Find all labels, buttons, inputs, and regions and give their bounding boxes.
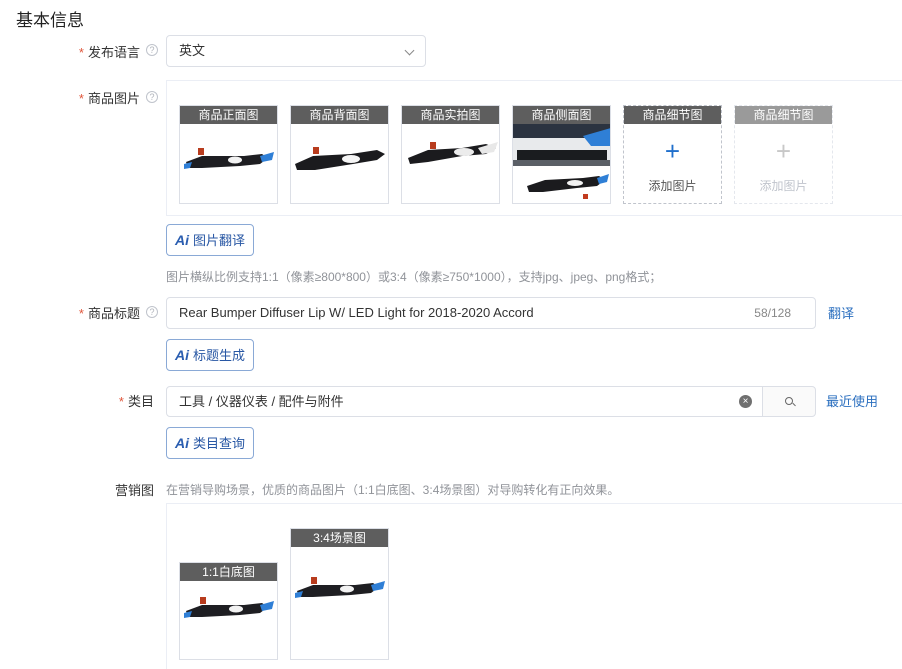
bumper-lip-image <box>184 597 274 618</box>
image-caption: 商品实拍图 <box>402 106 499 124</box>
marketing-label: 营销图 <box>114 483 154 498</box>
help-icon[interactable]: ? <box>146 306 158 318</box>
product-images-panel: 商品正面图 商品背面图 商品实拍图 商品侧面图 商品细节图 + 添加图片 商品细… <box>166 80 902 216</box>
image-caption: 商品背面图 <box>291 106 388 124</box>
image-caption: 商品正面图 <box>180 106 277 124</box>
marketing-image-scene[interactable]: 3:4场景图 <box>290 528 389 660</box>
language-label: * 发布语言 <box>78 45 140 60</box>
add-detail-image[interactable]: 商品细节图 + 添加图片 <box>623 105 722 204</box>
bumper-lip-image <box>295 147 385 170</box>
category-label: * 类目 <box>118 394 154 409</box>
required-mark: * <box>118 394 124 409</box>
category-value: 工具 / 仪器仪表 / 配件与附件 <box>179 394 344 409</box>
product-image-back[interactable]: 商品背面图 <box>290 105 389 204</box>
category-search-button[interactable] <box>762 386 816 417</box>
ai-icon: Ai <box>175 435 189 451</box>
product-image-front[interactable]: 商品正面图 <box>179 105 278 204</box>
add-image-label: 添加图片 <box>759 179 808 193</box>
marketing-images-panel: 1:1白底图 3:4场景图 <box>166 503 902 669</box>
title-label: * 商品标题 <box>78 306 140 321</box>
bumper-lip-image <box>408 142 498 164</box>
bumper-lip-image <box>184 148 274 169</box>
required-mark: * <box>78 45 84 60</box>
image-caption: 1:1白底图 <box>180 563 277 581</box>
category-query-button[interactable]: Ai 类目查询 <box>166 427 255 459</box>
title-generate-button[interactable]: Ai 标题生成 <box>166 339 255 371</box>
clear-icon[interactable]: × <box>739 395 752 408</box>
category-input[interactable]: 工具 / 仪器仪表 / 配件与附件 × <box>166 386 763 417</box>
image-caption: 商品细节图 <box>624 106 721 124</box>
plus-icon: + <box>775 136 792 166</box>
required-mark: * <box>78 306 84 321</box>
plus-icon: + <box>664 136 681 166</box>
title-input[interactable]: Rear Bumper Diffuser Lip W/ LED Light fo… <box>166 297 816 329</box>
bumper-lip-image <box>295 577 385 598</box>
required-mark: * <box>78 91 84 106</box>
image-caption: 商品侧面图 <box>513 106 610 124</box>
title-value: Rear Bumper Diffuser Lip W/ LED Light fo… <box>179 305 534 320</box>
char-count: 58/128 <box>754 306 791 320</box>
image-hint: 图片横纵比例支持1:1（像素≥800*800）或3:4（像素≥750*1000）… <box>166 270 662 284</box>
language-select[interactable]: 英文 <box>166 35 426 67</box>
product-image-side[interactable]: 商品侧面图 <box>512 105 611 204</box>
marketing-hint: 在营销导购场景，优质的商品图片（1:1白底图、3:4场景图）对导购转化有正向效果… <box>166 483 620 497</box>
add-image-label: 添加图片 <box>648 179 697 193</box>
chevron-down-icon <box>404 45 415 56</box>
product-image-real[interactable]: 商品实拍图 <box>401 105 500 204</box>
search-icon <box>785 397 793 405</box>
translate-link[interactable]: 翻译 <box>828 303 854 322</box>
help-icon[interactable]: ? <box>146 91 158 103</box>
marketing-image-white[interactable]: 1:1白底图 <box>179 562 278 660</box>
image-caption: 商品细节图 <box>735 106 832 124</box>
product-images-label: * 商品图片 <box>78 91 140 106</box>
add-detail-image-disabled: 商品细节图 + 添加图片 <box>734 105 833 204</box>
recent-used-link[interactable]: 最近使用 <box>826 391 878 410</box>
section-title: 基本信息 <box>16 11 84 30</box>
image-caption: 3:4场景图 <box>291 529 388 547</box>
ai-icon: Ai <box>175 232 189 248</box>
help-icon[interactable]: ? <box>146 44 158 56</box>
image-translate-button[interactable]: Ai 图片翻译 <box>166 224 255 256</box>
ai-icon: Ai <box>175 347 189 363</box>
language-value: 英文 <box>179 43 206 58</box>
